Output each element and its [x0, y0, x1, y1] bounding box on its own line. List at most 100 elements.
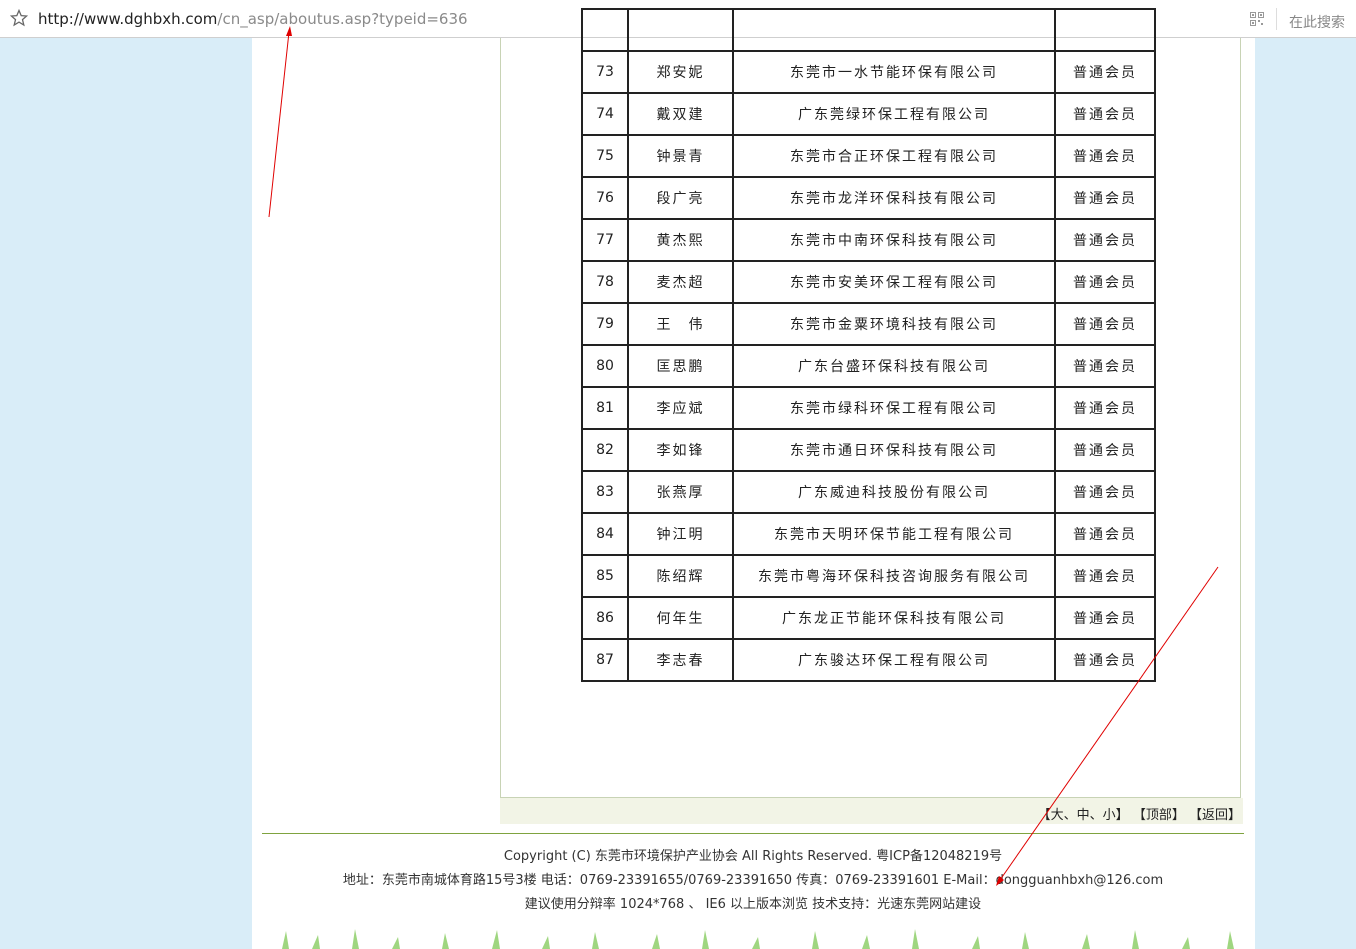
member-number-cell: 79	[581, 302, 629, 346]
member-level-cell	[1054, 8, 1156, 52]
table-row: 83 张燕厚 广东威迪科技股份有限公司 普通会员	[581, 470, 1156, 514]
table-row: 82 李如锋 东莞市通日环保科技有限公司 普通会员	[581, 428, 1156, 472]
member-level-cell: 普通会员	[1054, 218, 1156, 262]
member-level-cell: 普通会员	[1054, 596, 1156, 640]
bracket-open: 【	[1037, 808, 1051, 823]
table-row: 84 钟江明 东莞市天明环保节能工程有限公司 普通会员	[581, 512, 1156, 556]
member-number-cell: 84	[581, 512, 629, 556]
contact-line: 地址：东莞市南城体育路15号3楼 电话：0769-23391655/0769-2…	[342, 873, 1164, 888]
member-name-cell: 何年生	[627, 596, 734, 640]
member-company-cell: 东莞市天明环保节能工程有限公司	[732, 512, 1056, 556]
member-company-cell: 东莞市金粟环境科技有限公司	[732, 302, 1056, 346]
table-row: 85 陈绍辉 东莞市粤海环保科技咨询服务有限公司 普通会员	[581, 554, 1156, 598]
member-company-cell: 广东台盛环保科技有限公司	[732, 344, 1056, 388]
member-name-cell: 黄杰熙	[627, 218, 734, 262]
member-level-cell: 普通会员	[1054, 554, 1156, 598]
member-level-cell: 普通会员	[1054, 50, 1156, 94]
member-number-cell: 85	[581, 554, 629, 598]
member-company-cell: 东莞市安美环保工程有限公司	[732, 260, 1056, 304]
member-level-cell: 普通会员	[1054, 302, 1156, 346]
member-level-cell: 普通会员	[1054, 134, 1156, 178]
toolbar-divider	[1276, 8, 1277, 30]
member-level-cell: 普通会员	[1054, 344, 1156, 388]
copyright-line: Copyright (C) 东莞市环境保护产业协会 All Rights Res…	[503, 849, 1003, 864]
member-number-cell: 86	[581, 596, 629, 640]
member-number-cell: 80	[581, 344, 629, 388]
url-text[interactable]: http://www.dghbxh.com/cn_asp/aboutus.asp…	[38, 10, 468, 28]
member-number-cell: 87	[581, 638, 629, 682]
member-number-cell: 83	[581, 470, 629, 514]
footer: Copyright (C) 东莞市环境保护产业协会 All Rights Res…	[262, 848, 1244, 920]
table-row: 77 黄杰熙 东莞市中南环保科技有限公司 普通会员	[581, 218, 1156, 262]
table-row: 74 戴双建 广东莞绿环保工程有限公司 普通会员	[581, 92, 1156, 136]
member-company-cell: 东莞市龙洋环保科技有限公司	[732, 176, 1056, 220]
member-company-cell	[732, 8, 1056, 52]
member-level-cell: 普通会员	[1054, 176, 1156, 220]
table-row: 73 郑安妮 东莞市一水节能环保有限公司 普通会员	[581, 50, 1156, 94]
url-host: http://www.dghbxh.com	[38, 10, 218, 28]
member-number-cell: 75	[581, 134, 629, 178]
member-name-cell: 郑安妮	[627, 50, 734, 94]
member-company-cell: 广东龙正节能环保科技有限公司	[732, 596, 1056, 640]
table-row: 80 匡思鹏 广东台盛环保科技有限公司 普通会员	[581, 344, 1156, 388]
bookmark-star-icon[interactable]	[10, 9, 28, 27]
member-level-cell: 普通会员	[1054, 386, 1156, 430]
member-name-cell: 钟景青	[627, 134, 734, 178]
member-number-cell: 76	[581, 176, 629, 220]
member-number-cell: 73	[581, 50, 629, 94]
member-level-cell: 普通会员	[1054, 512, 1156, 556]
back-link[interactable]: 【返回】	[1189, 808, 1241, 823]
member-name-cell: 李应斌	[627, 386, 734, 430]
separator: 、	[1089, 808, 1103, 823]
font-size-bar: 【大、中、小】 【顶部】 【返回】	[500, 798, 1243, 824]
table-row	[581, 8, 1156, 52]
member-number-cell	[581, 8, 629, 52]
grass-decoration	[282, 929, 1234, 949]
member-company-cell: 东莞市一水节能环保有限公司	[732, 50, 1056, 94]
table-row: 79 王 伟东莞市金粟环境科技有限公司 普通会员	[581, 302, 1156, 346]
member-name-cell: 李志春	[627, 638, 734, 682]
url-path: /cn_asp/aboutus.asp?typeid=636	[217, 10, 468, 28]
member-number-cell: 81	[581, 386, 629, 430]
member-company-cell: 广东骏达环保工程有限公司	[732, 638, 1056, 682]
member-number-cell: 78	[581, 260, 629, 304]
member-company-cell: 广东威迪科技股份有限公司	[732, 470, 1056, 514]
table-row: 81 李应斌 东莞市绿科环保工程有限公司 普通会员	[581, 386, 1156, 430]
font-medium-link[interactable]: 中	[1077, 808, 1090, 823]
member-company-cell: 广东莞绿环保工程有限公司	[732, 92, 1056, 136]
qr-code-icon[interactable]	[1250, 12, 1264, 26]
font-small-link[interactable]: 小	[1103, 808, 1116, 823]
bracket-close: 】	[1115, 808, 1129, 823]
table-row: 78 麦杰超 东莞市安美环保工程有限公司 普通会员	[581, 260, 1156, 304]
member-name-cell: 戴双建	[627, 92, 734, 136]
font-large-link[interactable]: 大	[1051, 808, 1064, 823]
member-company-cell: 东莞市中南环保科技有限公司	[732, 218, 1056, 262]
member-level-cell: 普通会员	[1054, 92, 1156, 136]
member-name-cell	[627, 8, 734, 52]
member-company-cell: 东莞市通日环保科技有限公司	[732, 428, 1056, 472]
member-company-cell: 东莞市合正环保工程有限公司	[732, 134, 1056, 178]
member-name-cell: 王 伟	[627, 302, 734, 346]
search-box[interactable]: 在此搜索	[1289, 12, 1345, 32]
member-company-cell: 东莞市粤海环保科技咨询服务有限公司	[732, 554, 1056, 598]
member-number-cell: 77	[581, 218, 629, 262]
footer-divider	[262, 833, 1244, 834]
member-name-cell: 麦杰超	[627, 260, 734, 304]
support-line: 建议使用分辩率 1024*768 、 IE6 以上版本浏览 技术支持：光速东莞网…	[524, 897, 982, 912]
separator: 、	[1063, 808, 1077, 823]
member-name-cell: 段广亮	[627, 176, 734, 220]
member-level-cell: 普通会员	[1054, 260, 1156, 304]
member-name-cell: 钟江明	[627, 512, 734, 556]
member-level-cell: 普通会员	[1054, 428, 1156, 472]
member-name-cell: 张燕厚	[627, 470, 734, 514]
member-company-cell: 东莞市绿科环保工程有限公司	[732, 386, 1056, 430]
table-row: 86 何年生 广东龙正节能环保科技有限公司 普通会员	[581, 596, 1156, 640]
member-name-cell: 李如锋	[627, 428, 734, 472]
member-number-cell: 74	[581, 92, 629, 136]
member-name-cell: 匡思鹏	[627, 344, 734, 388]
member-level-cell: 普通会员	[1054, 470, 1156, 514]
member-level-cell: 普通会员	[1054, 638, 1156, 682]
top-link[interactable]: 【顶部】	[1133, 808, 1185, 823]
member-number-cell: 82	[581, 428, 629, 472]
table-row: 87 李志春 广东骏达环保工程有限公司 普通会员	[581, 638, 1156, 682]
